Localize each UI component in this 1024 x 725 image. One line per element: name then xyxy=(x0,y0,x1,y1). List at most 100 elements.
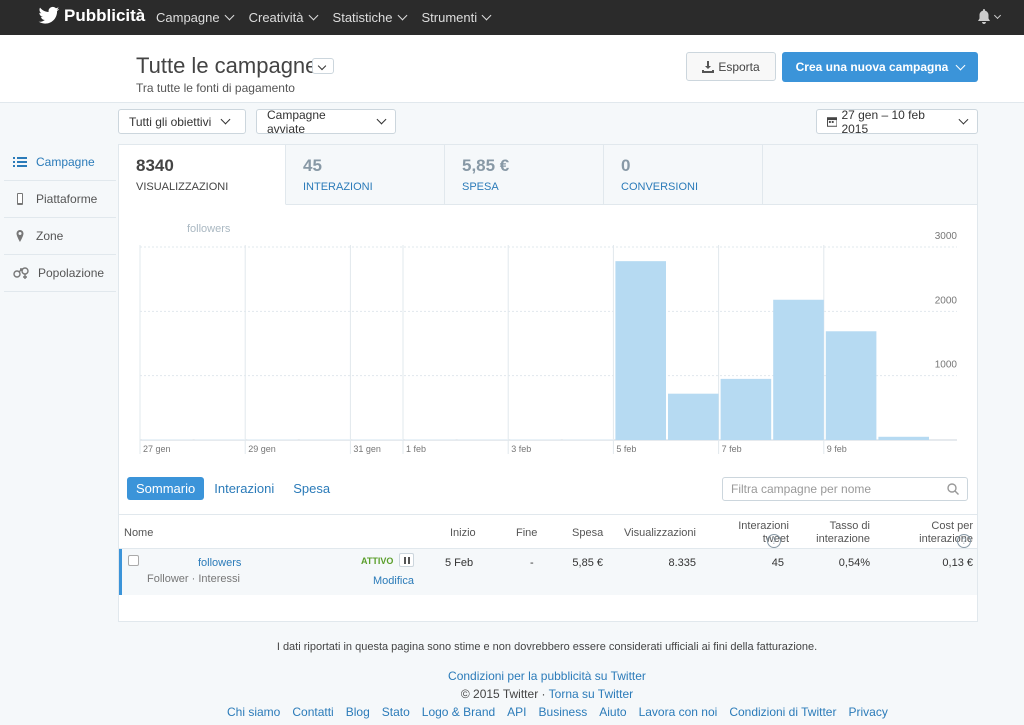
subtab-spesa[interactable]: Spesa xyxy=(293,477,339,500)
chart-bars xyxy=(142,261,929,440)
chart-bar[interactable] xyxy=(615,261,666,440)
chart-x-axis: 27 gen 29 gen 31 gen 1 feb 3 feb 5 feb 7 feb 9 … xyxy=(143,444,847,454)
nav-statistiche[interactable]: Statistiche xyxy=(333,10,407,25)
cell-impressions: 8.335 xyxy=(668,557,696,569)
metric-value: 0 xyxy=(621,156,631,175)
chevron-down-icon xyxy=(224,10,235,21)
sidebar-item-campagne[interactable]: Campagne xyxy=(4,144,116,181)
col-spesa[interactable]: Spesa xyxy=(572,515,603,550)
chart-bar[interactable] xyxy=(562,439,614,440)
date-range-label: 27 gen – 10 feb 2015 xyxy=(841,107,925,136)
nav-label: Strumenti xyxy=(421,10,478,25)
chart-bar[interactable] xyxy=(510,439,561,440)
export-button[interactable]: Esporta xyxy=(686,52,776,81)
metric-label: CONVERSIONI xyxy=(621,181,699,193)
back-to-twitter-link[interactable]: Torna su Twitter xyxy=(549,687,633,701)
notifications-button[interactable] xyxy=(977,9,1002,25)
sidebar-item-popolazione[interactable]: Popolazione xyxy=(4,255,116,292)
status-badge: ATTIVO xyxy=(361,556,394,566)
footer-link-aiuto[interactable]: Aiuto xyxy=(599,705,626,719)
status-filter-label: Campagne avviate xyxy=(267,107,326,136)
main-panel: 8340 VISUALIZZAZIONI 45 INTERAZIONI 5,85… xyxy=(118,144,978,622)
download-icon xyxy=(702,60,715,73)
cell-interactions: 45 xyxy=(771,557,784,569)
footer-link-lavora[interactable]: Lavora con noi xyxy=(639,705,718,719)
col-visualizzazioni[interactable]: Visualizzazioni xyxy=(624,515,696,550)
nav-creativita[interactable]: Creatività xyxy=(249,10,318,25)
footer-link-stato[interactable]: Stato xyxy=(382,705,410,719)
chart-bar[interactable] xyxy=(825,331,877,440)
tab-conversioni[interactable]: 0 CONVERSIONI xyxy=(604,145,763,205)
sidebar-item-label: Campagne xyxy=(36,155,95,169)
footer-link-logo-brand[interactable]: Logo & Brand xyxy=(422,705,495,719)
col-nome[interactable]: Nome xyxy=(124,515,153,550)
chart-bar[interactable] xyxy=(299,439,351,440)
chart-bar[interactable] xyxy=(878,436,929,440)
cell-start: 5 Feb xyxy=(445,557,474,569)
y-tick-label: 3000 xyxy=(935,231,958,242)
footer-link-condizioni[interactable]: Condizioni di Twitter xyxy=(729,705,836,719)
chart-bar[interactable] xyxy=(668,393,719,440)
subtab-sommario[interactable]: Sommario xyxy=(127,477,205,500)
create-campaign-label: Crea una nuova campagna xyxy=(795,60,949,74)
chart-bar[interactable] xyxy=(352,439,403,440)
campaign-search-input[interactable]: Filtra campagne per nome xyxy=(722,477,968,501)
date-range-picker[interactable]: 27 gen – 10 feb 2015 xyxy=(816,107,978,136)
nav-strumenti[interactable]: Strumenti xyxy=(421,10,492,25)
chart-bar[interactable] xyxy=(457,439,509,440)
col-tasso[interactable]: Tasso di interazione xyxy=(814,515,870,550)
nav-campagne[interactable]: Campagne xyxy=(156,10,235,25)
ads-terms-link[interactable]: Condizioni per la pubblicità su Twitter xyxy=(0,669,1024,683)
col-fine[interactable]: Fine xyxy=(516,515,537,550)
brand[interactable]: Pubblicità xyxy=(38,6,145,26)
main-nav: Campagne Creatività Statistiche Strument… xyxy=(156,10,492,25)
metric-tabs: 8340 VISUALIZZAZIONI 45 INTERAZIONI 5,85… xyxy=(119,145,977,205)
footer-link-blog[interactable]: Blog xyxy=(346,705,370,719)
metric-label: VISUALIZZAZIONI xyxy=(136,181,229,193)
chart-bar[interactable] xyxy=(142,439,193,440)
page-header: Tutte le campagne Tra tutte le fonti di … xyxy=(0,35,1024,103)
edit-link[interactable]: Modifica xyxy=(373,575,414,587)
footer-link-chi-siamo[interactable]: Chi siamo xyxy=(227,705,280,719)
footer-link-api[interactable]: API xyxy=(507,705,526,719)
campaign-name-link[interactable]: followers xyxy=(198,557,241,569)
chart-bar[interactable] xyxy=(720,378,772,440)
x-tick-label: 9 feb xyxy=(827,444,847,454)
subtab-interazioni[interactable]: Interazioni xyxy=(214,477,283,500)
metric-value: 5,85 € xyxy=(462,156,510,175)
tab-interazioni[interactable]: 45 INTERAZIONI xyxy=(286,145,445,205)
tab-empty xyxy=(763,145,977,205)
y-tick-label: 2000 xyxy=(935,295,958,306)
campaign-targeting: Follower · Interessi xyxy=(147,573,240,585)
x-tick-label: 5 feb xyxy=(616,444,636,454)
bell-icon xyxy=(978,9,990,24)
cell-cost: 0,13 € xyxy=(942,557,973,569)
footer-link-business[interactable]: Business xyxy=(539,705,588,719)
help-icon[interactable]: ? xyxy=(957,533,971,549)
sidebar-item-zone[interactable]: Zone xyxy=(4,218,116,255)
create-campaign-button[interactable]: Crea una nuova campagna xyxy=(782,52,978,82)
mobile-device-icon xyxy=(17,193,23,205)
nav-label: Campagne xyxy=(156,10,220,25)
objective-filter-label: Tutti gli obiettivi xyxy=(129,114,212,129)
sidebar: Campagne Piattaforme Zone Popolazione xyxy=(4,144,116,292)
footer-link-contatti[interactable]: Contatti xyxy=(292,705,333,719)
chart-bar[interactable] xyxy=(194,439,246,440)
tab-spesa[interactable]: 5,85 € SPESA xyxy=(445,145,604,205)
footer-link-privacy[interactable]: Privacy xyxy=(848,705,887,719)
chart-bar[interactable] xyxy=(773,299,824,440)
help-icon[interactable]: ? xyxy=(767,533,781,549)
chart-bar[interactable] xyxy=(247,439,298,440)
tab-visualizzazioni[interactable]: 8340 VISUALIZZAZIONI xyxy=(119,145,286,205)
row-checkbox[interactable] xyxy=(128,555,139,566)
export-label: Esporta xyxy=(718,59,760,74)
sidebar-item-piattaforme[interactable]: Piattaforme xyxy=(4,181,116,218)
title-dropdown-button[interactable] xyxy=(312,58,334,74)
pause-button[interactable] xyxy=(399,553,414,567)
col-inizio[interactable]: Inizio xyxy=(450,515,476,550)
objective-filter-dropdown[interactable]: Tutti gli obiettivi xyxy=(118,109,246,134)
metric-label: SPESA xyxy=(462,181,499,193)
chevron-down-icon xyxy=(993,11,1002,19)
chart-bar[interactable] xyxy=(405,439,456,440)
status-filter-dropdown[interactable]: Campagne avviate xyxy=(256,107,396,136)
